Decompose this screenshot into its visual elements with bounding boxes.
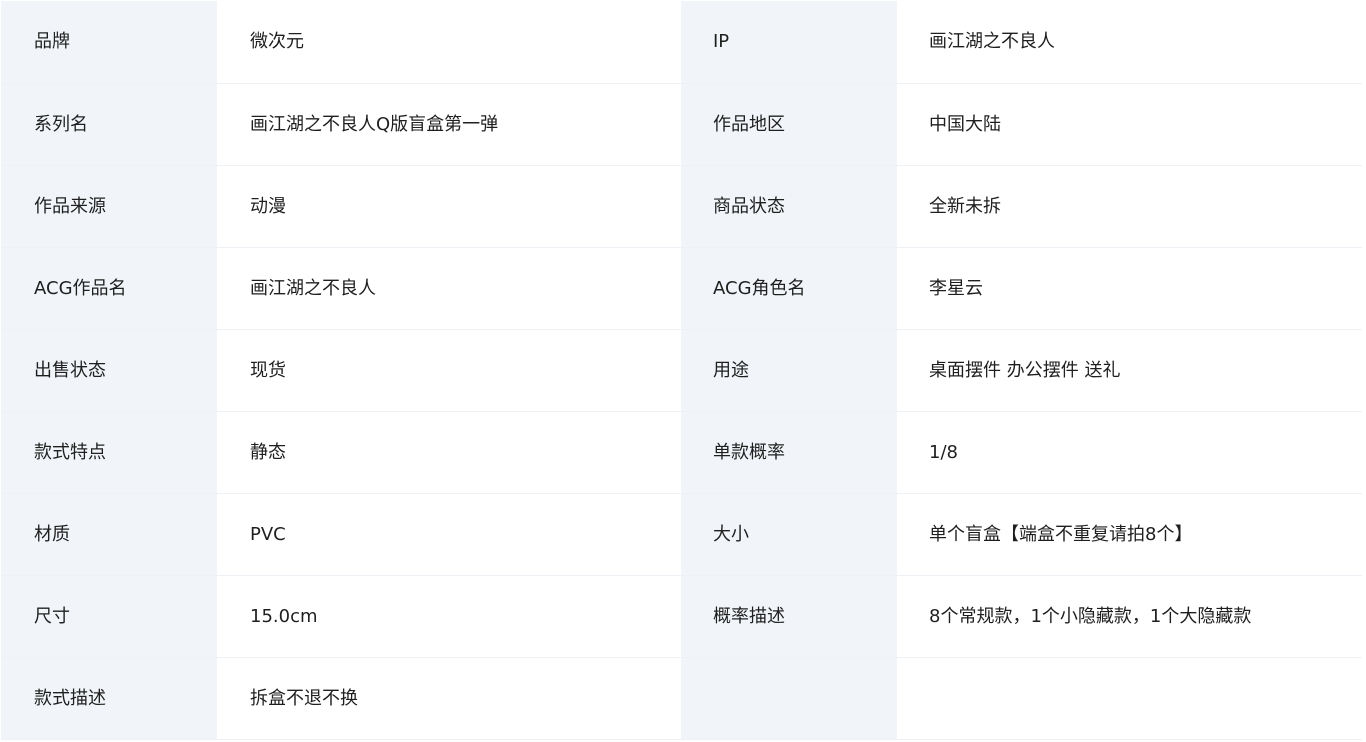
spec-label: 用途 [681, 329, 897, 412]
spec-label: 款式描述 [1, 657, 217, 740]
spec-label: 出售状态 [1, 329, 217, 412]
spec-label: 品牌 [1, 1, 217, 84]
spec-label: 作品来源 [1, 165, 217, 248]
spec-label: ACG角色名 [681, 247, 897, 330]
spec-label: 系列名 [1, 83, 217, 166]
spec-label: 单款概率 [681, 411, 897, 494]
spec-value: 微次元 [217, 1, 681, 84]
spec-label: 尺寸 [1, 575, 217, 658]
spec-value: 李星云 [897, 247, 1362, 330]
spec-label: ACG作品名 [1, 247, 217, 330]
spec-value: 全新未拆 [897, 165, 1362, 248]
spec-value: 画江湖之不良人 [897, 1, 1362, 84]
spec-value: PVC [217, 493, 681, 576]
table-row: 材质 PVC 大小 单个盲盒【端盒不重复请拍8个】 [1, 493, 1362, 576]
table-row: 品牌 微次元 IP 画江湖之不良人 [1, 1, 1362, 84]
table-row: ACG作品名 画江湖之不良人 ACG角色名 李星云 [1, 247, 1362, 330]
table-row: 系列名 画江湖之不良人Q版盲盒第一弹 作品地区 中国大陆 [1, 83, 1362, 166]
spec-value: 动漫 [217, 165, 681, 248]
table-row: 款式描述 拆盒不退不换 [1, 657, 1362, 740]
spec-label: IP [681, 1, 897, 84]
spec-label: 概率描述 [681, 575, 897, 658]
table-row: 尺寸 15.0cm 概率描述 8个常规款，1个小隐藏款，1个大隐藏款 [1, 575, 1362, 658]
spec-value: 静态 [217, 411, 681, 494]
spec-value: 桌面摆件 办公摆件 送礼 [897, 329, 1362, 412]
spec-value: 8个常规款，1个小隐藏款，1个大隐藏款 [897, 575, 1362, 658]
table-row: 作品来源 动漫 商品状态 全新未拆 [1, 165, 1362, 248]
spec-label: 大小 [681, 493, 897, 576]
product-spec-table: 品牌 微次元 IP 画江湖之不良人 系列名 画江湖之不良人Q版盲盒第一弹 作品地… [1, 1, 1362, 740]
spec-value-empty [897, 657, 1362, 740]
spec-label: 款式特点 [1, 411, 217, 494]
spec-value: 画江湖之不良人Q版盲盒第一弹 [217, 83, 681, 166]
spec-label: 商品状态 [681, 165, 897, 248]
spec-label-empty [681, 657, 897, 740]
spec-value: 现货 [217, 329, 681, 412]
spec-value: 中国大陆 [897, 83, 1362, 166]
table-row: 款式特点 静态 单款概率 1/8 [1, 411, 1362, 494]
spec-value: 拆盒不退不换 [217, 657, 681, 740]
spec-label: 作品地区 [681, 83, 897, 166]
spec-label: 材质 [1, 493, 217, 576]
spec-value: 画江湖之不良人 [217, 247, 681, 330]
spec-value: 15.0cm [217, 575, 681, 658]
table-row: 出售状态 现货 用途 桌面摆件 办公摆件 送礼 [1, 329, 1362, 412]
spec-value: 1/8 [897, 411, 1362, 494]
spec-value: 单个盲盒【端盒不重复请拍8个】 [897, 493, 1362, 576]
